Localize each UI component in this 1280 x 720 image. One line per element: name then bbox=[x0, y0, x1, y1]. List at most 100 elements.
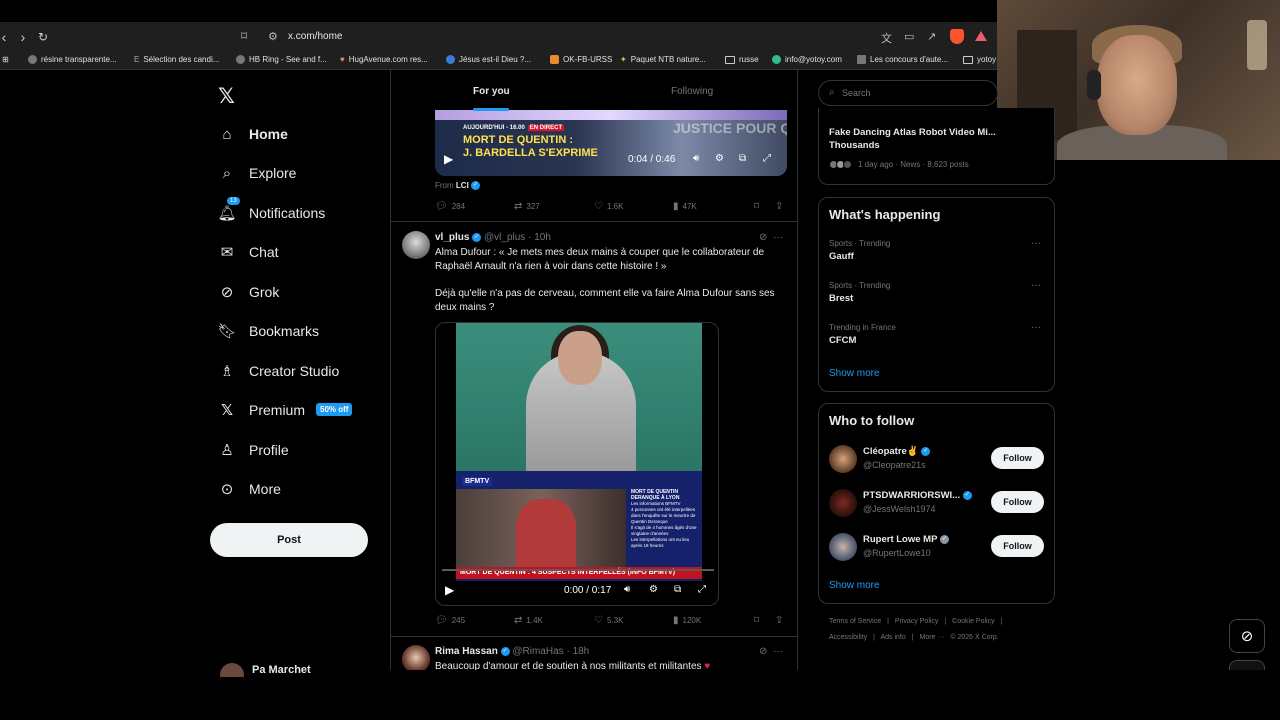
bookmark-item[interactable]: Jésus est-il Dieu ?... bbox=[446, 55, 531, 64]
views-button[interactable]: ▮ 120K bbox=[673, 615, 701, 626]
forward-icon[interactable]: › bbox=[15, 29, 31, 45]
sidebar-item-bookmarks[interactable]: 🔖︎ Bookmarks bbox=[217, 318, 319, 344]
follow-name[interactable]: PTSDWARRIORSWI... ✓ bbox=[863, 490, 972, 501]
tweet3-author-name[interactable]: Rima Hassan bbox=[435, 646, 498, 657]
trend-more-icon[interactable]: ··· bbox=[1031, 238, 1041, 249]
follow-show-more-link[interactable]: Show more bbox=[829, 580, 880, 591]
follow-name[interactable]: Rupert Lowe MP ✓ bbox=[863, 534, 949, 545]
account-avatar[interactable] bbox=[220, 663, 244, 677]
trend-more-icon[interactable]: ··· bbox=[1031, 322, 1041, 333]
fullscreen-icon[interactable]: ⤢ bbox=[763, 153, 771, 164]
follow-avatar[interactable] bbox=[829, 445, 857, 473]
sidebar-item-home[interactable]: ⌂ Home bbox=[218, 121, 287, 147]
search-box[interactable]: ⌕ Search bbox=[818, 80, 998, 106]
like-button[interactable]: ♡ 5.3K bbox=[594, 615, 623, 626]
trend-name[interactable]: Brest bbox=[829, 293, 853, 304]
sidebar-item-chat[interactable]: ✉ Chat bbox=[218, 239, 279, 265]
bookmark-item[interactable]: OK-FB-URSS bbox=[550, 55, 612, 64]
site-info-icon[interactable]: ⚙ bbox=[268, 30, 278, 43]
sidebar-item-premium[interactable]: 𝕏 Premium 50% off bbox=[218, 397, 353, 423]
share-button[interactable]: ⇪ bbox=[775, 201, 783, 212]
follow-avatar[interactable] bbox=[829, 489, 857, 517]
bookmark-item[interactable]: ♥ HugAvenue.com res... bbox=[340, 55, 428, 64]
bookmark-item[interactable]: Les concours d'aute... bbox=[857, 55, 948, 64]
follow-name[interactable]: Cléopatre✌️ ✓ bbox=[863, 446, 931, 457]
follow-button[interactable]: Follow bbox=[991, 447, 1044, 469]
pip-icon[interactable]: ⧉ bbox=[674, 584, 681, 595]
share-icon[interactable]: ↗ bbox=[927, 30, 936, 43]
trends-show-more-link[interactable]: Show more bbox=[829, 368, 880, 379]
bookmark-item[interactable]: résine transparente... bbox=[28, 55, 117, 64]
volume-icon[interactable]: 🔊︎ bbox=[693, 153, 699, 164]
brave-rewards-icon[interactable] bbox=[975, 31, 987, 41]
source-name[interactable]: LCI bbox=[456, 181, 469, 190]
footer-link[interactable]: Privacy Policy bbox=[895, 618, 939, 625]
sidebar-item-profile[interactable]: ♙ Profile bbox=[218, 437, 288, 463]
translate-icon[interactable]: 文 bbox=[881, 30, 892, 46]
trend-name[interactable]: Gauff bbox=[829, 251, 854, 262]
follow-button[interactable]: Follow bbox=[991, 491, 1044, 513]
tweet3-avatar[interactable] bbox=[402, 645, 430, 670]
bookmark-item[interactable]: info@yotoy.com bbox=[772, 55, 842, 64]
sidebar-item-explore[interactable]: ⌕ Explore bbox=[218, 160, 297, 186]
tweet3-handle[interactable]: @RimaHas bbox=[512, 646, 563, 657]
tweet2-handle[interactable]: @vl_plus bbox=[484, 232, 525, 243]
bookmark-button[interactable]: ⌑ bbox=[754, 615, 759, 626]
reload-icon[interactable]: ↻ bbox=[35, 30, 51, 44]
volume-icon[interactable]: 🔊︎ bbox=[624, 584, 630, 595]
reply-button[interactable]: 💬︎ 284 bbox=[435, 201, 465, 212]
address-bar[interactable]: x.com/home bbox=[288, 31, 342, 42]
more-options-icon[interactable]: ··· bbox=[773, 232, 783, 243]
post-button[interactable]: Post bbox=[210, 523, 368, 557]
grok-icon[interactable]: ⊘ bbox=[759, 232, 767, 243]
views-button[interactable]: ▮ 47K bbox=[673, 201, 697, 212]
video-progress-bar[interactable] bbox=[442, 569, 714, 571]
bookmark-item[interactable]: HB Ring - See and f... bbox=[236, 55, 327, 64]
sidebar-item-creator-studio[interactable]: ♗ Creator Studio bbox=[218, 358, 339, 384]
account-name[interactable]: Pa Marchet bbox=[252, 664, 311, 676]
pip-icon[interactable]: ⧉ bbox=[739, 153, 746, 164]
footer-link[interactable]: More ··· bbox=[920, 634, 945, 641]
sidebar-item-more[interactable]: ⊙ More bbox=[218, 476, 281, 502]
tab-for-you[interactable]: For you bbox=[473, 86, 510, 97]
footer-link[interactable]: Cookie Policy bbox=[952, 618, 994, 625]
tweet1-video[interactable]: JUSTICE POUR QUENTIN AUJOURD'HUI - 16.00… bbox=[435, 110, 787, 176]
sidebar-item-grok[interactable]: ⊘ Grok bbox=[218, 279, 280, 305]
repost-button[interactable]: ⇄ 327 bbox=[514, 201, 540, 212]
share-button[interactable]: ⇪ bbox=[775, 615, 783, 626]
follow-avatar[interactable] bbox=[829, 533, 857, 561]
bookmark-item[interactable]: yotoy bbox=[963, 55, 996, 64]
repost-button[interactable]: ⇄ 1.4K bbox=[514, 615, 543, 626]
follow-button[interactable]: Follow bbox=[991, 535, 1044, 557]
messages-drawer-tab[interactable] bbox=[1229, 660, 1265, 670]
tweet2-author-name[interactable]: vl_plus bbox=[435, 232, 469, 243]
trend-name[interactable]: CFCM bbox=[829, 335, 856, 346]
sidebar-item-notifications[interactable]: 🔔︎ 13 Notifications bbox=[217, 197, 325, 226]
reply-button[interactable]: 💬︎ 245 bbox=[435, 615, 465, 626]
like-button[interactable]: ♡ 1.6K bbox=[594, 201, 623, 212]
tweet2-video[interactable]: BFMTV MORT DE QUENTIN DERANQUE À LYON Le… bbox=[435, 322, 719, 606]
footer-link[interactable]: Terms of Service bbox=[829, 618, 881, 625]
bookmark-item[interactable]: ✦ Paquet NTB nature... bbox=[620, 55, 706, 64]
back-icon[interactable]: ‹ bbox=[0, 29, 12, 45]
brave-shield-icon[interactable] bbox=[950, 29, 964, 44]
bookmark-item[interactable]: russe bbox=[725, 55, 759, 64]
footer-link[interactable]: Accessibility bbox=[829, 634, 867, 641]
apps-icon[interactable]: ⊞ bbox=[2, 55, 9, 64]
play-icon[interactable]: ▶ bbox=[445, 583, 454, 597]
cast-icon[interactable]: ▭ bbox=[904, 30, 914, 43]
x-logo[interactable]: 𝕏 bbox=[218, 84, 235, 109]
tweet3-time[interactable]: 18h bbox=[573, 646, 590, 657]
footer-link[interactable]: Ads info bbox=[880, 634, 905, 641]
grok-icon[interactable]: ⊘ bbox=[759, 646, 767, 657]
bookmark-button[interactable]: ⌑ bbox=[754, 201, 759, 212]
grok-floating-button[interactable]: ⊘ bbox=[1229, 619, 1265, 653]
bookmark-item[interactable]: E Sélection des candi... bbox=[134, 55, 219, 64]
more-options-icon[interactable]: ··· bbox=[773, 646, 783, 657]
settings-icon[interactable]: ⚙ bbox=[649, 584, 658, 595]
news-card[interactable]: Fake Dancing Atlas Robot Video Mi... Tho… bbox=[818, 108, 1055, 185]
bookmark-page-icon[interactable]: ⌑ bbox=[241, 29, 247, 43]
tweet2-time[interactable]: 10h bbox=[534, 232, 551, 243]
tweet2-avatar[interactable] bbox=[402, 231, 430, 259]
settings-icon[interactable]: ⚙ bbox=[715, 153, 724, 164]
